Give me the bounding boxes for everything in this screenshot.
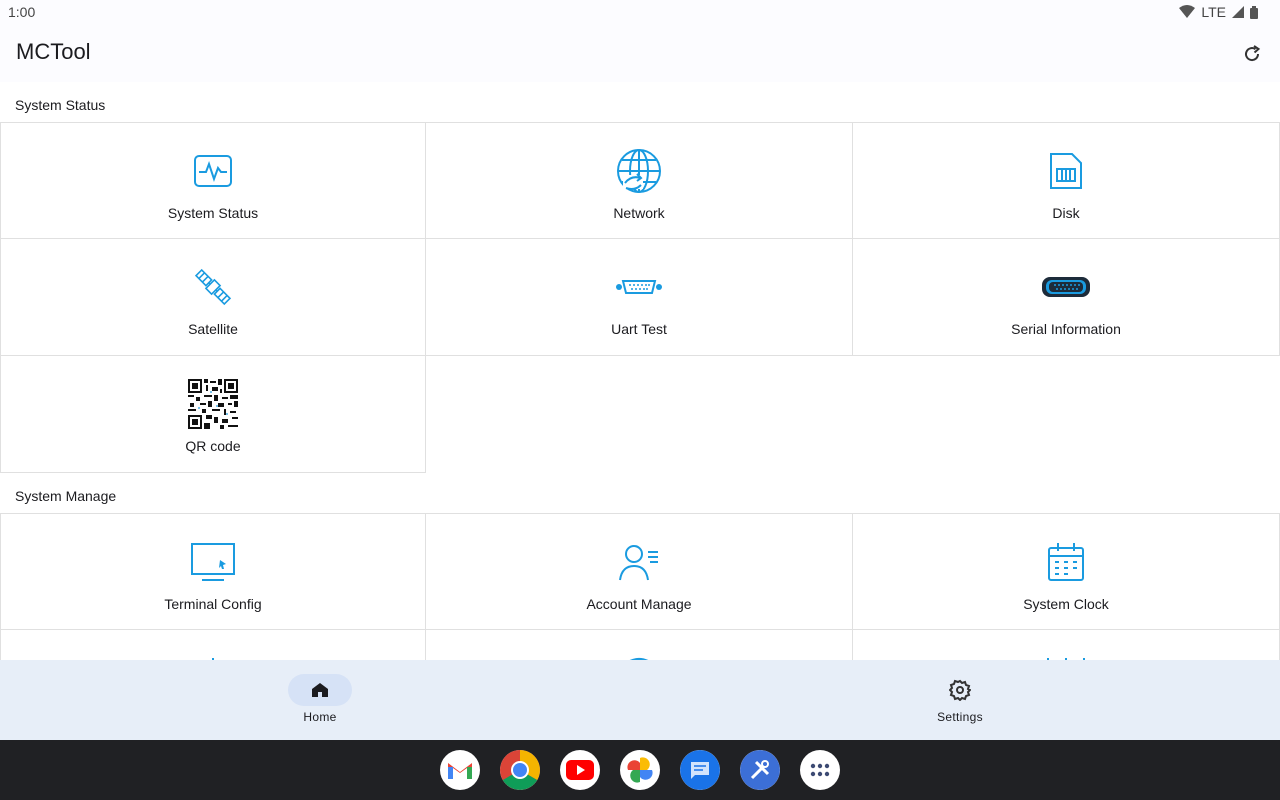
youtube-icon — [566, 760, 594, 780]
tile-disk[interactable]: Disk — [853, 122, 1280, 239]
globe-network-icon — [617, 149, 661, 193]
bottom-navigation: Home Settings — [0, 660, 1280, 740]
signal-icon — [1232, 6, 1244, 18]
tile-partial-3[interactable] — [853, 630, 1280, 660]
tile-uart-test[interactable]: Uart Test — [426, 239, 853, 356]
home-icon — [312, 683, 328, 697]
serial-connector-icon — [616, 280, 662, 294]
tile-system-clock[interactable]: System Clock — [853, 513, 1280, 630]
gmail-icon — [448, 763, 472, 779]
tile-system-status[interactable]: System Status — [0, 122, 426, 239]
section-title-system-manage: System Manage — [15, 488, 117, 504]
taskbar — [0, 740, 1280, 800]
mctool-app[interactable] — [740, 750, 780, 790]
chrome-app[interactable] — [500, 750, 540, 790]
tile-label: Account Manage — [586, 596, 692, 612]
refresh-button[interactable] — [1238, 40, 1266, 68]
serial-port-dark-icon — [1042, 277, 1090, 297]
tile-label: System Status — [167, 205, 259, 221]
tile-label: Uart Test — [611, 321, 667, 337]
tile-account-manage[interactable]: Account Manage — [426, 513, 853, 630]
nav-label: Settings — [937, 710, 983, 724]
system-status-grid: System Status Network Disk Satellite Uar… — [0, 122, 1280, 473]
tile-satellite[interactable]: Satellite — [0, 239, 426, 356]
monitor-icon — [191, 543, 235, 581]
tile-partial-2[interactable] — [426, 630, 853, 660]
nav-home[interactable]: Home — [0, 660, 640, 740]
tile-network[interactable]: Network — [426, 122, 853, 239]
gmail-app[interactable] — [440, 750, 480, 790]
refresh-icon — [1245, 45, 1261, 62]
mctool-app-icon — [740, 750, 780, 790]
battery-icon — [1250, 5, 1258, 19]
system-manage-grid: Terminal Config Account Manage System Cl… — [0, 513, 1280, 660]
nav-settings[interactable]: Settings — [640, 660, 1280, 740]
qr-code-icon — [188, 379, 238, 429]
activity-monitor-icon — [194, 155, 232, 187]
messages-icon — [680, 750, 720, 790]
tile-serial-information[interactable]: Serial Information — [853, 239, 1280, 356]
tile-qr-code[interactable]: QR code — [0, 356, 426, 473]
status-icons: LTE — [1179, 4, 1258, 20]
photos-icon — [627, 757, 653, 783]
nav-label: Home — [303, 710, 337, 724]
user-list-icon — [619, 545, 658, 581]
messages-app[interactable] — [680, 750, 720, 790]
satellite-icon — [194, 268, 232, 306]
app-drawer-icon — [810, 763, 830, 777]
app-drawer[interactable] — [800, 750, 840, 790]
tile-label: Network — [613, 205, 665, 221]
sd-card-icon — [1050, 153, 1082, 189]
youtube-app[interactable] — [560, 750, 600, 790]
wifi-icon — [1179, 5, 1196, 18]
calendar-icon — [1048, 543, 1084, 581]
tile-partial-1[interactable] — [0, 630, 426, 660]
status-time: 1:00 — [8, 4, 36, 20]
app-dock — [440, 750, 840, 790]
tile-label: QR code — [185, 438, 241, 454]
app-title: MCTool — [16, 39, 91, 64]
tile-terminal-config[interactable]: Terminal Config — [0, 513, 426, 630]
tile-label: Disk — [1052, 205, 1080, 221]
tile-label: Serial Information — [1011, 321, 1121, 337]
section-title-system-status: System Status — [15, 97, 106, 113]
tile-label: System Clock — [1023, 596, 1109, 612]
app-bar: MCTool — [0, 26, 1280, 82]
photos-app[interactable] — [620, 750, 660, 790]
chrome-icon — [500, 750, 540, 790]
gear-icon — [949, 679, 971, 701]
status-bar: 1:00 LTE — [0, 0, 1280, 26]
network-type: LTE — [1201, 4, 1226, 20]
main-content[interactable]: System Status System Status Network Disk… — [0, 82, 1280, 660]
tile-label: Satellite — [188, 321, 238, 337]
tile-label: Terminal Config — [164, 596, 262, 612]
